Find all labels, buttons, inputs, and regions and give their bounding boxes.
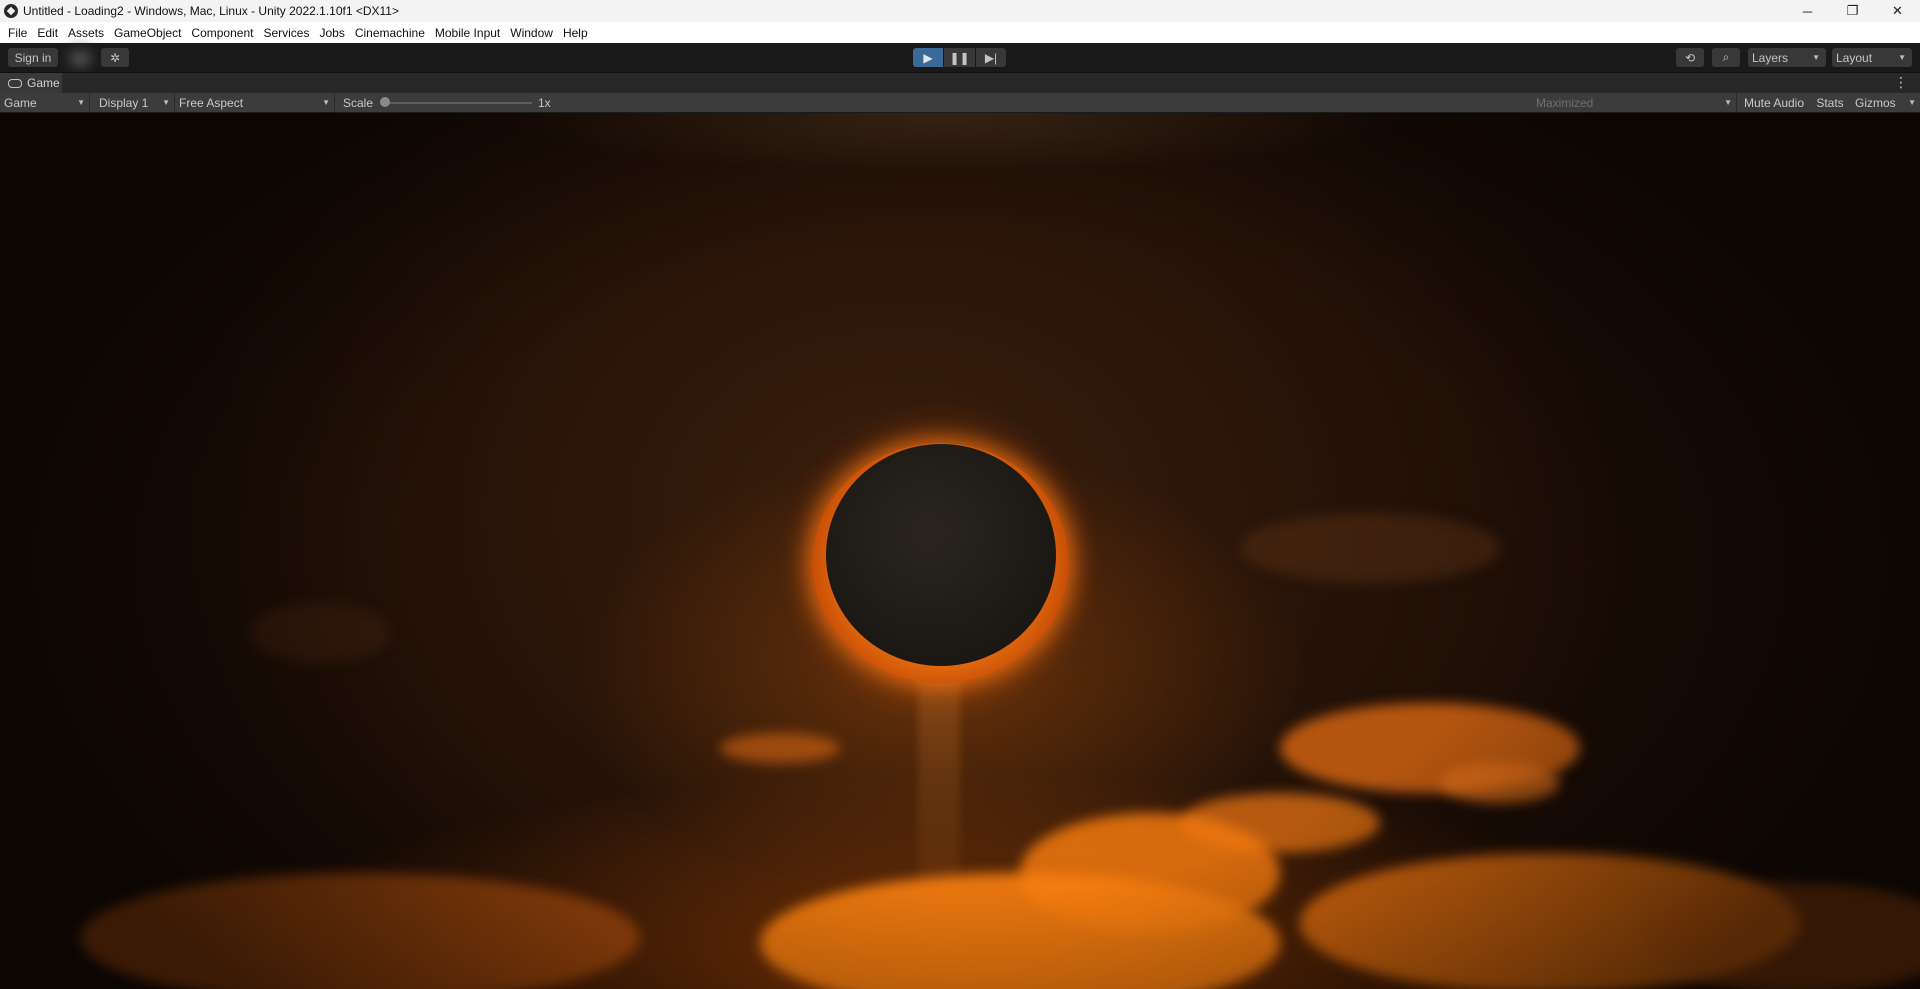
menu-edit[interactable]: Edit — [33, 26, 64, 40]
menu-mobile-input[interactable]: Mobile Input — [431, 26, 506, 40]
tab-game-label: Game — [27, 76, 60, 90]
aspect-dropdown[interactable]: Free Aspect ▼ — [175, 93, 335, 112]
layers-label: Layers — [1752, 50, 1789, 65]
play-button[interactable]: ▶ — [913, 48, 943, 67]
chevron-down-icon: ▼ — [1812, 53, 1820, 62]
game-mode-dropdown[interactable]: Game ▼ — [0, 93, 90, 112]
layers-dropdown[interactable]: Layers ▼ — [1748, 48, 1826, 67]
main-toolbar: Sign in ☁ ✲ ▶ ❚❚ ▶| ⟲ ⌕ Layers ▼ Layout … — [0, 43, 1920, 72]
search-icon[interactable]: ⌕ — [1712, 48, 1740, 67]
game-mode-label: Game — [4, 95, 37, 110]
layout-dropdown[interactable]: Layout ▼ — [1832, 48, 1912, 67]
scale-label: Scale — [343, 96, 374, 110]
scale-slider-handle[interactable] — [380, 97, 390, 107]
collab-icon[interactable]: ✲ — [101, 48, 129, 67]
menu-services[interactable]: Services — [259, 26, 315, 40]
menu-window[interactable]: Window — [506, 26, 559, 40]
chevron-down-icon: ▼ — [1898, 53, 1906, 62]
menu-bar: File Edit Assets GameObject Component Se… — [0, 22, 1920, 43]
gizmos-dropdown[interactable]: Gizmos ▼ — [1851, 93, 1920, 112]
aspect-label: Free Aspect — [179, 95, 244, 110]
vignette — [0, 113, 1920, 989]
menu-help[interactable]: Help — [559, 26, 594, 40]
panel-menu-icon[interactable]: ⋮ — [1894, 75, 1908, 89]
chevron-down-icon: ▼ — [1908, 98, 1916, 107]
restore-button[interactable]: ❐ — [1830, 0, 1875, 22]
menu-gameobject[interactable]: GameObject — [110, 26, 187, 40]
pause-button[interactable]: ❚❚ — [944, 48, 975, 67]
chevron-down-icon: ▼ — [77, 98, 85, 107]
game-view-toolbar: Game ▼ Display 1 ▼ Free Aspect ▼ Scale 1… — [0, 93, 1920, 113]
stats-button[interactable]: Stats — [1810, 93, 1850, 112]
mute-audio-button[interactable]: Mute Audio — [1740, 93, 1808, 112]
maximized-label: Maximized — [1536, 95, 1594, 110]
gamepad-icon — [8, 78, 22, 88]
history-icon[interactable]: ⟲ — [1676, 48, 1704, 67]
display-dropdown[interactable]: Display 1 ▼ — [95, 93, 175, 112]
gizmos-label: Gizmos — [1855, 95, 1896, 110]
menu-file[interactable]: File — [4, 26, 33, 40]
display-label: Display 1 — [99, 95, 149, 110]
menu-assets[interactable]: Assets — [64, 26, 110, 40]
panel-tab-bar: Game ⋮ — [0, 72, 1920, 93]
sign-in-button[interactable]: Sign in — [8, 48, 58, 67]
menu-cinemachine[interactable]: Cinemachine — [351, 26, 431, 40]
window-controls: ─ ❐ ✕ — [1785, 0, 1920, 22]
chevron-down-icon: ▼ — [162, 98, 170, 107]
menu-jobs[interactable]: Jobs — [315, 26, 350, 40]
chevron-down-icon: ▼ — [1724, 98, 1732, 107]
game-viewport[interactable] — [0, 113, 1920, 989]
layout-label: Layout — [1836, 50, 1873, 65]
tab-game[interactable]: Game — [0, 73, 62, 93]
cloud-icon[interactable]: ☁ — [66, 48, 94, 67]
menu-component[interactable]: Component — [187, 26, 259, 40]
close-button[interactable]: ✕ — [1875, 0, 1920, 22]
unity-logo-icon — [4, 4, 18, 18]
window-title: Untitled - Loading2 - Windows, Mac, Linu… — [23, 4, 399, 18]
step-button[interactable]: ▶| — [976, 48, 1006, 67]
title-bar: Untitled - Loading2 - Windows, Mac, Linu… — [0, 0, 1920, 22]
minimize-button[interactable]: ─ — [1785, 0, 1830, 22]
scale-slider-track[interactable] — [384, 102, 532, 104]
chevron-down-icon: ▼ — [322, 98, 330, 107]
maximized-dropdown[interactable]: Maximized ▼ — [1532, 93, 1737, 112]
scale-value: 1x — [538, 96, 551, 110]
